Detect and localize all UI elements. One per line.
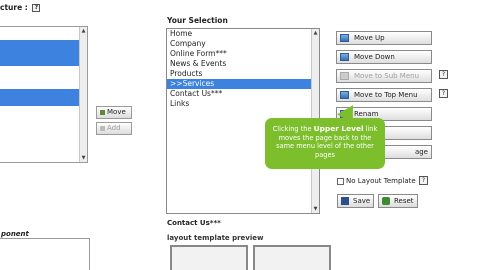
add-button-label: Add bbox=[107, 124, 121, 132]
help-icon[interactable]: ? bbox=[419, 176, 428, 185]
preview-label: layout template preview bbox=[167, 234, 264, 242]
move-to-top-menu-button[interactable]: Move to Top Menu bbox=[336, 88, 432, 102]
list-item[interactable]: Links bbox=[167, 99, 319, 109]
structure-heading: cture : ? bbox=[0, 3, 41, 12]
help-icon[interactable]: ? bbox=[439, 70, 448, 79]
no-layout-template-checkbox[interactable] bbox=[337, 178, 344, 185]
selection-title: Your Selection bbox=[167, 16, 228, 25]
move-up-button[interactable]: Move Up bbox=[336, 31, 432, 45]
tooltip-emphasis: Upper Level bbox=[313, 124, 364, 133]
list-item[interactable]: >>Services bbox=[167, 79, 319, 89]
list-item[interactable]: Contact Us*** bbox=[167, 89, 319, 99]
help-tooltip: Clicking the Upper Level link moves the … bbox=[265, 118, 385, 169]
tooltip-text: pages bbox=[315, 150, 335, 159]
structure-label: cture : bbox=[0, 3, 28, 12]
list-item[interactable] bbox=[0, 27, 87, 40]
layout-preview-thumbnail[interactable] bbox=[253, 245, 331, 270]
move-down-label: Move Down bbox=[354, 53, 395, 61]
layout-preview-thumbnail[interactable] bbox=[170, 245, 248, 270]
arrow-down-icon bbox=[340, 53, 349, 61]
scroll-down-arrow-icon[interactable]: ▼ bbox=[312, 205, 319, 213]
scroll-down-arrow-icon[interactable]: ▼ bbox=[80, 154, 87, 162]
tooltip-text: moves the page back to the bbox=[278, 133, 372, 142]
list-item[interactable]: Company bbox=[167, 39, 319, 49]
save-button[interactable]: Save bbox=[337, 194, 374, 208]
list-item[interactable]: Products bbox=[167, 69, 319, 79]
save-icon bbox=[341, 197, 349, 205]
help-icon[interactable]: ? bbox=[439, 89, 448, 98]
move-up-label: Move Up bbox=[354, 34, 385, 42]
tooltip-text: Clicking the bbox=[272, 125, 314, 133]
move-to-sub-menu-button[interactable]: Move to Sub Menu bbox=[336, 69, 432, 83]
move-button[interactable]: Move bbox=[96, 106, 132, 119]
move-to-sub-menu-label: Move to Sub Menu bbox=[354, 72, 420, 80]
component-heading: ponent bbox=[1, 230, 29, 238]
manage-page-label: age bbox=[414, 148, 428, 156]
scroll-up-arrow-icon[interactable]: ▲ bbox=[80, 27, 87, 35]
list-item[interactable] bbox=[0, 40, 87, 66]
save-label: Save bbox=[353, 197, 371, 205]
list-item[interactable] bbox=[0, 89, 87, 106]
move-down-button[interactable]: Move Down bbox=[336, 50, 432, 64]
add-icon bbox=[100, 125, 105, 131]
no-layout-template-label: No Layout Template bbox=[346, 177, 416, 185]
tooltip-text: link bbox=[363, 125, 378, 133]
add-button[interactable]: Add bbox=[96, 122, 132, 135]
tooltip-text: same menu level of the other bbox=[276, 142, 374, 151]
scrollbar[interactable]: ▲ ▼ bbox=[79, 27, 87, 162]
move-button-label: Move bbox=[107, 108, 126, 116]
selected-page-title: Contact Us*** bbox=[167, 219, 221, 227]
reset-button[interactable]: Reset bbox=[378, 194, 418, 208]
scroll-up-arrow-icon[interactable]: ▲ bbox=[312, 29, 319, 37]
list-item[interactable]: Online Form*** bbox=[167, 49, 319, 59]
help-icon[interactable]: ? bbox=[32, 4, 41, 12]
sub-menu-icon bbox=[340, 72, 349, 80]
list-item[interactable]: Home bbox=[167, 29, 319, 39]
reset-label: Reset bbox=[394, 197, 414, 205]
component-box bbox=[0, 238, 90, 270]
top-menu-icon bbox=[340, 91, 349, 99]
arrow-up-icon bbox=[340, 34, 349, 42]
list-item[interactable]: News & Events bbox=[167, 59, 319, 69]
list-item[interactable] bbox=[0, 66, 87, 89]
reset-icon bbox=[382, 197, 390, 205]
move-to-top-menu-label: Move to Top Menu bbox=[354, 91, 418, 99]
move-icon bbox=[100, 109, 105, 115]
site-structure-list[interactable]: ▲ ▼ bbox=[0, 26, 88, 163]
